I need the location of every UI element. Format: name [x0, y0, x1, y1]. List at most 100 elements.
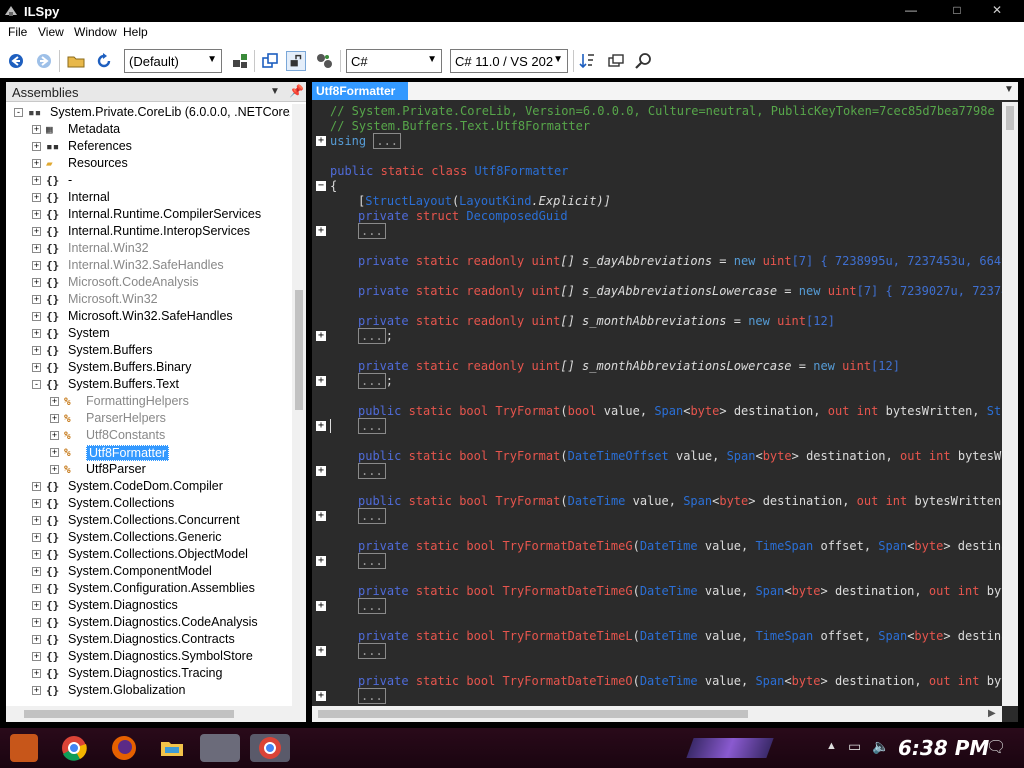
expand-region-icon[interactable]: +: [316, 376, 326, 386]
tree-node[interactable]: + {} System.Configuration.Assemblies: [6, 580, 290, 597]
clock[interactable]: 6:38 PM: [898, 736, 989, 760]
expand-node-icon[interactable]: +: [32, 244, 41, 253]
expand-node-icon[interactable]: +: [50, 397, 59, 406]
expand-region-icon[interactable]: +: [316, 226, 326, 236]
language-version-dropdown[interactable]: C# 11.0 / VS 202 ▼: [450, 49, 568, 73]
expand-region-icon[interactable]: +: [316, 646, 326, 656]
ilspy-taskbar-icon[interactable]: [200, 734, 240, 762]
open-icon[interactable]: [66, 51, 86, 71]
tree-node[interactable]: + {} Internal.Runtime.InteropServices: [6, 223, 290, 240]
tree-node[interactable]: + {} System.Buffers: [6, 342, 290, 359]
expand-node-icon[interactable]: +: [50, 414, 59, 423]
tree-node[interactable]: +% Utf8Parser: [6, 461, 290, 478]
chevron-down-icon[interactable]: ▼: [270, 86, 280, 97]
tree-node[interactable]: -{} System.Buffers.Text: [6, 376, 290, 393]
chevron-down-icon[interactable]: ▼: [1004, 84, 1014, 95]
chrome-icon[interactable]: [60, 734, 88, 762]
tree-node[interactable]: +% Utf8Constants: [6, 427, 290, 444]
collapse-node-icon[interactable]: -: [32, 380, 41, 389]
pin-icon[interactable]: 📌: [289, 84, 304, 98]
close-button[interactable]: ✕: [984, 4, 1010, 18]
search-icon[interactable]: [634, 51, 654, 71]
tree-node[interactable]: + ▰ Resources: [6, 155, 290, 172]
tree-node[interactable]: + {} System.Collections.ObjectModel: [6, 546, 290, 563]
assembly-list-dropdown[interactable]: (Default) ▼: [124, 49, 222, 73]
tree-node[interactable]: + {} System.Buffers.Binary: [6, 359, 290, 376]
expand-node-icon[interactable]: +: [32, 652, 41, 661]
tree-node[interactable]: + ▪▪ References: [6, 138, 290, 155]
expand-node-icon[interactable]: +: [32, 567, 41, 576]
tab-utf8formatter[interactable]: Utf8Formatter: [312, 82, 408, 100]
expand-node-icon[interactable]: +: [32, 142, 41, 151]
collapse-region-icon[interactable]: −: [316, 181, 326, 191]
expand-node-icon[interactable]: +: [32, 584, 41, 593]
pin-icon[interactable]: [286, 51, 306, 71]
notifications-icon[interactable]: 🗨: [986, 737, 1006, 757]
tree-node[interactable]: + {} System.Collections.Concurrent: [6, 512, 290, 529]
expand-region-icon[interactable]: +: [316, 331, 326, 341]
expand-region-icon[interactable]: +: [316, 556, 326, 566]
expand-node-icon[interactable]: +: [50, 465, 59, 474]
tree-node[interactable]: + {} System.Diagnostics: [6, 597, 290, 614]
tree-node[interactable]: + {} -: [6, 172, 290, 189]
minimize-button[interactable]: —: [898, 4, 924, 18]
assemblies-vertical-scrollbar[interactable]: [292, 104, 306, 708]
expand-node-icon[interactable]: +: [32, 686, 41, 695]
expand-node-icon[interactable]: +: [32, 499, 41, 508]
tree-node[interactable]: +% Utf8Formatter: [6, 444, 290, 461]
volume-icon[interactable]: 🔈: [872, 738, 889, 755]
menu-window[interactable]: Window: [74, 25, 117, 39]
tree-node[interactable]: + {} Microsoft.Win32.SafeHandles: [6, 308, 290, 325]
language-dropdown[interactable]: C# ▼: [346, 49, 442, 73]
file-explorer-icon[interactable]: [158, 734, 186, 762]
expand-node-icon[interactable]: +: [50, 448, 59, 457]
tree-node[interactable]: + {} System.ComponentModel: [6, 563, 290, 580]
tree-node[interactable]: + {} Internal.Win32.SafeHandles: [6, 257, 290, 274]
menu-help[interactable]: Help: [123, 25, 148, 39]
tree-node[interactable]: +% FormattingHelpers: [6, 393, 290, 410]
expand-node-icon[interactable]: +: [32, 125, 41, 134]
expand-node-icon[interactable]: +: [32, 193, 41, 202]
expand-node-icon[interactable]: +: [32, 533, 41, 542]
expand-node-icon[interactable]: +: [32, 669, 41, 678]
code-vertical-scrollbar[interactable]: [1002, 102, 1018, 706]
tree-node[interactable]: + {} System.CodeDom.Compiler: [6, 478, 290, 495]
tree-node[interactable]: + {} System.Diagnostics.CodeAnalysis: [6, 614, 290, 631]
forward-icon[interactable]: [34, 51, 54, 71]
expand-node-icon[interactable]: +: [32, 295, 41, 304]
scrollbar-thumb[interactable]: [295, 290, 303, 410]
menu-file[interactable]: File: [8, 25, 27, 39]
back-icon[interactable]: [6, 51, 26, 71]
network-icon[interactable]: ▭: [848, 738, 861, 755]
tree-node[interactable]: + {} Internal.Win32: [6, 240, 290, 257]
tree-node[interactable]: + {} System.Collections: [6, 495, 290, 512]
code-horizontal-scrollbar[interactable]: ▶: [312, 706, 1002, 722]
expand-region-icon[interactable]: +: [316, 691, 326, 701]
expand-region-icon[interactable]: +: [316, 466, 326, 476]
expand-region-icon[interactable]: +: [316, 601, 326, 611]
expand-node-icon[interactable]: +: [32, 176, 41, 185]
expand-node-icon[interactable]: +: [32, 312, 41, 321]
collapse-node-icon[interactable]: -: [14, 108, 23, 117]
collapse-icon[interactable]: [260, 51, 280, 71]
tree-node[interactable]: + {} Internal: [6, 189, 290, 206]
expand-node-icon[interactable]: +: [32, 329, 41, 338]
refresh-icon[interactable]: [94, 51, 114, 71]
expand-node-icon[interactable]: +: [32, 516, 41, 525]
scrollbar-thumb[interactable]: [1006, 106, 1014, 130]
window-icon[interactable]: [606, 51, 626, 71]
expand-node-icon[interactable]: +: [32, 618, 41, 627]
tree-node[interactable]: + {} System.Globalization: [6, 682, 290, 699]
assembly-tree[interactable]: - ▪▪ System.Private.CoreLib (6.0.0.0, .NET…: [6, 104, 290, 708]
expand-region-icon[interactable]: +: [316, 136, 326, 146]
expand-node-icon[interactable]: +: [32, 278, 41, 287]
tree-node[interactable]: + {} System.Diagnostics.SymbolStore: [6, 648, 290, 665]
chevron-up-icon[interactable]: ▲: [826, 740, 837, 752]
expand-node-icon[interactable]: +: [32, 482, 41, 491]
tree-node[interactable]: + {} Microsoft.Win32: [6, 291, 290, 308]
expand-region-icon[interactable]: +: [316, 511, 326, 521]
sort-icon[interactable]: [578, 51, 598, 71]
tree-node[interactable]: + {} Microsoft.CodeAnalysis: [6, 274, 290, 291]
menu-view[interactable]: View: [38, 25, 64, 39]
code-editor[interactable]: // System.Private.CoreLib, Version=6.0.0…: [312, 102, 1002, 706]
